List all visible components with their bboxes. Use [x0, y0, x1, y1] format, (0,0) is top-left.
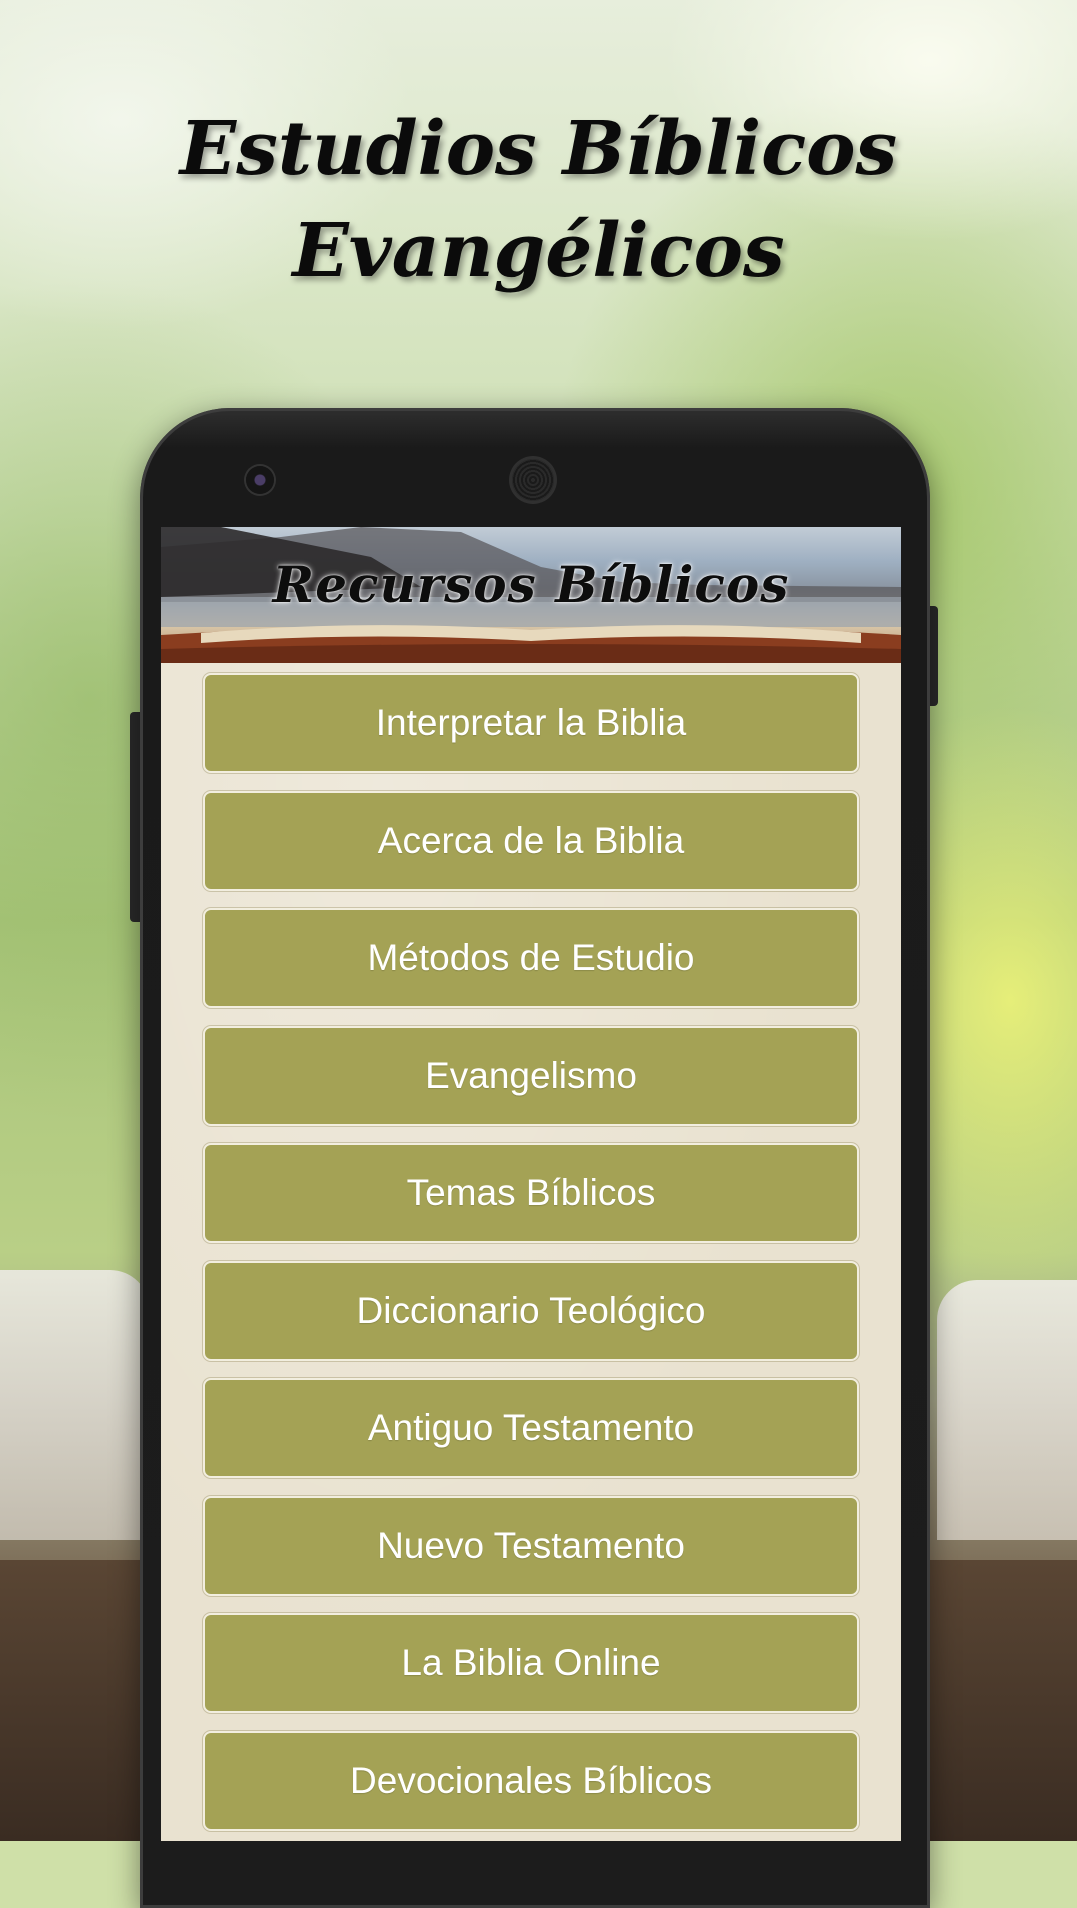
app-header-banner: Recursos Bíblicos [161, 527, 901, 663]
promo-headline-line1: Estudios Bíblicos [179, 106, 898, 192]
menu-button-temas-biblicos[interactable]: Temas Bíblicos [203, 1143, 859, 1243]
background-book-page-right [937, 1280, 1077, 1540]
main-menu: Interpretar la Biblia Acerca de la Bibli… [203, 673, 859, 1841]
menu-button-acerca-de-la-biblia[interactable]: Acerca de la Biblia [203, 790, 859, 891]
earpiece-speaker-icon [512, 459, 554, 501]
menu-button-la-biblia-online[interactable]: La Biblia Online [203, 1613, 859, 1713]
background-book-page-left [0, 1270, 150, 1540]
menu-button-devocionales-biblicos[interactable]: Devocionales Bíblicos [203, 1730, 859, 1831]
menu-button-evangelismo[interactable]: Evangelismo [203, 1025, 859, 1126]
promo-headline-line2: Evangélicos [292, 208, 785, 294]
menu-button-nuevo-testamento[interactable]: Nuevo Testamento [203, 1495, 859, 1596]
menu-button-antiguo-testamento[interactable]: Antiguo Testamento [203, 1378, 859, 1478]
promo-headline: Estudios Bíblicos Evangélicos [0, 98, 1077, 302]
menu-button-diccionario-teologico[interactable]: Diccionario Teológico [203, 1260, 859, 1361]
menu-button-interpretar-la-biblia[interactable]: Interpretar la Biblia [203, 673, 859, 773]
app-title: Recursos Bíblicos [272, 555, 790, 614]
app-screen: Recursos Bíblicos Interpretar la Biblia … [161, 527, 901, 1841]
front-camera-icon [246, 466, 274, 494]
menu-button-metodos-de-estudio[interactable]: Métodos de Estudio [203, 908, 859, 1008]
